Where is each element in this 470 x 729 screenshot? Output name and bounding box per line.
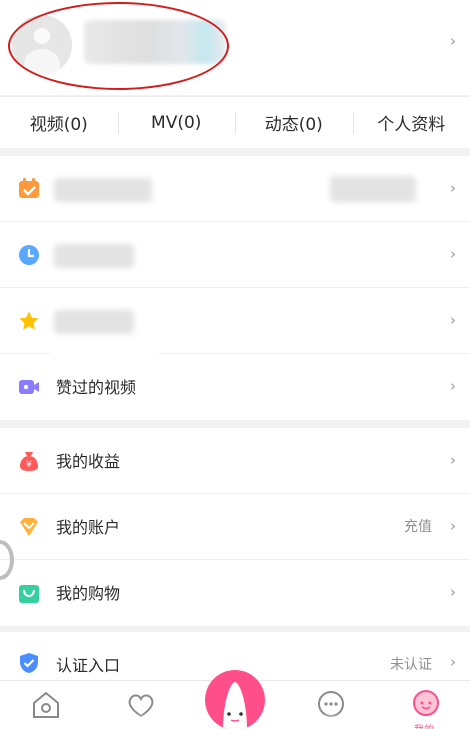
chevron-right-icon: › <box>450 32 456 50</box>
blurred-label <box>54 244 134 268</box>
profile-header[interactable]: › <box>0 0 470 95</box>
center-create-button[interactable] <box>205 670 265 729</box>
tab-personal-info[interactable]: 个人资料 <box>352 97 470 148</box>
tab-moments-label: 动态(0) <box>264 115 323 135</box>
verification-status: 未认证 <box>390 657 432 673</box>
tab-mv[interactable]: MV(0) <box>117 97 236 148</box>
my-earnings-label: 我的收益 <box>56 452 121 471</box>
blur-overlay <box>50 340 160 370</box>
tab-personal-info-label: 个人资料 <box>377 115 446 135</box>
verification-label: 认证入口 <box>56 656 121 675</box>
center-create-icon <box>223 682 247 729</box>
blurred-label <box>54 178 152 202</box>
list-item[interactable]: › <box>0 156 470 222</box>
calendar-check-icon <box>18 178 40 200</box>
chevron-right-icon: › <box>450 377 456 395</box>
blurred-value <box>330 176 416 202</box>
my-account-label: 我的账户 <box>56 518 121 537</box>
svg-text:¥: ¥ <box>26 460 32 470</box>
menu-group-1: › › › 赞过的视频 › <box>0 156 470 420</box>
chevron-right-icon: › <box>450 653 456 671</box>
money-bag-icon: ¥ <box>18 450 40 472</box>
shopping-bag-icon <box>18 582 40 604</box>
list-item[interactable]: 赞过的视频 › <box>0 340 470 420</box>
list-item[interactable]: › <box>0 222 470 288</box>
video-camera-icon <box>18 376 40 398</box>
annotation-ellipse <box>8 2 229 90</box>
my-shopping-item[interactable]: 我的购物 › <box>0 560 470 626</box>
blur-overlay <box>305 717 355 729</box>
menu-group-2: ¥ 我的收益 › 我的账户 充值 › 我的购物 › <box>0 428 470 626</box>
star-icon <box>18 310 40 332</box>
tab-moments[interactable]: 动态(0) <box>235 97 353 148</box>
blur-overlay <box>60 719 120 729</box>
chevron-right-icon: › <box>450 583 456 601</box>
tab-me-label: 我的 <box>414 721 434 729</box>
blurred-label <box>54 310 134 334</box>
home-icon[interactable] <box>28 687 64 723</box>
chevron-right-icon: › <box>450 179 456 197</box>
tab-videos[interactable]: 视频(0) <box>0 97 118 148</box>
chevron-right-icon: › <box>450 517 456 535</box>
chevron-right-icon: › <box>450 451 456 469</box>
tab-mv-label: MV(0) <box>151 112 202 133</box>
recharge-text[interactable]: 充值 <box>404 516 432 536</box>
clock-icon <box>18 244 40 266</box>
tab-videos-label: 视频(0) <box>29 115 88 135</box>
blur-overlay <box>120 717 160 729</box>
profile-tabs: 视频(0) MV(0) 动态(0) 个人资料 <box>0 96 470 148</box>
profile-face-icon[interactable] <box>408 687 444 723</box>
my-account-item[interactable]: 我的账户 充值 › <box>0 494 470 560</box>
my-earnings-item[interactable]: ¥ 我的收益 › <box>0 428 470 494</box>
chevron-right-icon: › <box>450 245 456 263</box>
diamond-icon <box>18 516 40 538</box>
my-shopping-label: 我的购物 <box>56 584 121 603</box>
liked-videos-label: 赞过的视频 <box>56 378 137 397</box>
shield-check-icon <box>18 652 40 674</box>
chevron-right-icon: › <box>450 311 456 329</box>
